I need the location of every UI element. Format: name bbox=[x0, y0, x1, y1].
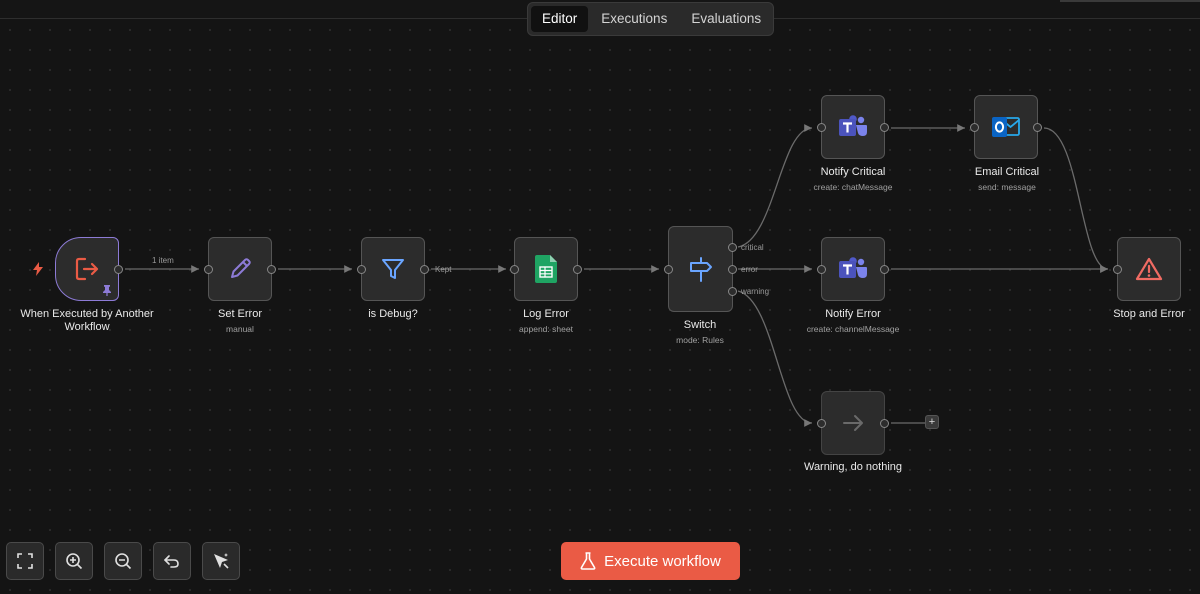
output-port[interactable] bbox=[267, 265, 276, 274]
edge-label-error: error bbox=[741, 265, 758, 274]
warning-triangle-icon bbox=[1135, 257, 1163, 281]
execute-workflow-label: Execute workflow bbox=[604, 552, 721, 570]
undo-button[interactable] bbox=[153, 542, 191, 580]
output-port[interactable] bbox=[880, 123, 889, 132]
output-port[interactable] bbox=[573, 265, 582, 274]
arrow-right-icon bbox=[843, 415, 863, 431]
node-subtitle: manual bbox=[226, 324, 254, 334]
output-port[interactable] bbox=[1033, 123, 1042, 132]
output-port[interactable] bbox=[114, 265, 123, 274]
node-subtitle: send: message bbox=[978, 182, 1036, 192]
exit-arrow-icon bbox=[75, 257, 99, 281]
input-port[interactable] bbox=[817, 419, 826, 428]
teams-icon bbox=[839, 257, 867, 278]
node-subtitle: create: channelMessage bbox=[806, 324, 900, 334]
signpost-icon bbox=[689, 257, 712, 282]
pencil-icon bbox=[231, 258, 251, 278]
node-title: Notify Error bbox=[825, 308, 881, 320]
node-title: Email Critical bbox=[974, 166, 1040, 178]
node-set-error[interactable] bbox=[204, 237, 276, 301]
node-subtitle: create: chatMessage bbox=[813, 182, 893, 192]
outlook-icon bbox=[992, 117, 1020, 137]
node-is-debug[interactable] bbox=[357, 237, 429, 301]
tidy-up-button[interactable] bbox=[202, 542, 240, 580]
workflow-connections bbox=[125, 124, 1109, 427]
node-title: is Debug? bbox=[368, 308, 418, 320]
node-title: Log Error bbox=[523, 308, 569, 320]
node-email-critical[interactable] bbox=[970, 95, 1042, 159]
filter-icon bbox=[382, 259, 404, 279]
input-port[interactable] bbox=[204, 265, 213, 274]
flask-icon bbox=[580, 552, 596, 570]
output-port-critical[interactable] bbox=[728, 243, 737, 252]
node-title: Stop and Error bbox=[1113, 308, 1185, 320]
node-warning-do-nothing[interactable] bbox=[817, 391, 889, 455]
node-title: Switch bbox=[683, 319, 717, 331]
node-trigger[interactable] bbox=[55, 237, 123, 301]
trigger-bolt-icon bbox=[33, 262, 43, 276]
edge-label-warning: warning bbox=[741, 287, 770, 296]
add-node-button[interactable]: + bbox=[925, 415, 939, 429]
fit-view-button[interactable] bbox=[6, 542, 44, 580]
tidy-up-icon bbox=[214, 553, 229, 569]
input-port[interactable] bbox=[1113, 265, 1122, 274]
node-stop-and-error[interactable] bbox=[1113, 237, 1181, 301]
input-port[interactable] bbox=[510, 265, 519, 274]
input-port[interactable] bbox=[817, 265, 826, 274]
input-port[interactable] bbox=[817, 123, 826, 132]
fit-view-icon bbox=[17, 553, 33, 569]
edge-label-items: 1 item bbox=[152, 256, 174, 265]
zoom-out-icon bbox=[115, 553, 132, 570]
node-notify-critical[interactable] bbox=[817, 95, 889, 159]
edge-label-kept: Kept bbox=[435, 265, 452, 274]
edge-label-critical: critical bbox=[741, 243, 764, 252]
input-port[interactable] bbox=[664, 265, 673, 274]
node-log-error[interactable] bbox=[510, 237, 582, 301]
teams-icon bbox=[839, 115, 867, 136]
undo-icon bbox=[164, 555, 179, 568]
node-title: Notify Critical bbox=[820, 166, 886, 178]
zoom-in-button[interactable] bbox=[55, 542, 93, 580]
edge-email-stop bbox=[1043, 127, 1109, 273]
node-title: When Executed by Another Workflow bbox=[20, 308, 154, 333]
output-port[interactable] bbox=[880, 265, 889, 274]
output-port[interactable] bbox=[880, 419, 889, 428]
output-port-warning[interactable] bbox=[728, 287, 737, 296]
node-title: Warning, do nothing bbox=[803, 461, 903, 473]
zoom-out-button[interactable] bbox=[104, 542, 142, 580]
node-subtitle: mode: Rules bbox=[676, 335, 724, 345]
output-port-error[interactable] bbox=[728, 265, 737, 274]
output-port[interactable] bbox=[420, 265, 429, 274]
input-port[interactable] bbox=[357, 265, 366, 274]
node-subtitle: append: sheet bbox=[519, 324, 573, 334]
zoom-in-icon bbox=[66, 553, 83, 570]
node-switch[interactable] bbox=[664, 226, 737, 312]
node-title: Set Error bbox=[217, 308, 262, 320]
execute-workflow-button[interactable]: Execute workflow bbox=[561, 542, 740, 580]
input-port[interactable] bbox=[970, 123, 979, 132]
node-notify-error[interactable] bbox=[817, 237, 889, 301]
pin-icon bbox=[103, 285, 111, 296]
google-sheets-icon bbox=[535, 255, 557, 283]
